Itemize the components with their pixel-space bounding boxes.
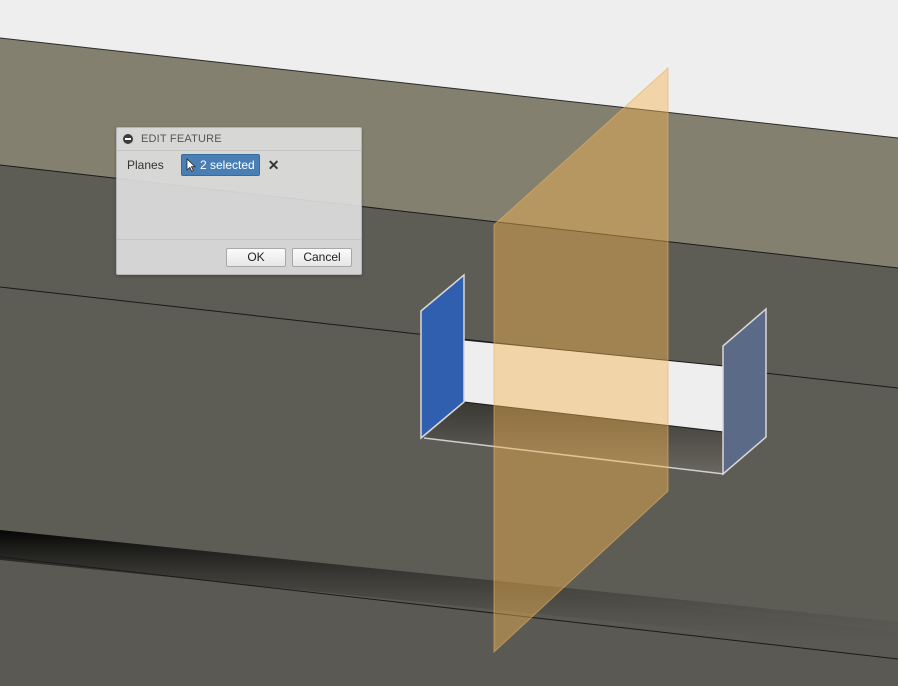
- dialog-header[interactable]: EDIT FEATURE: [117, 128, 361, 151]
- planes-selection-button[interactable]: 2 selected: [181, 154, 260, 176]
- selection-count-label: 2 selected: [200, 158, 255, 172]
- edit-feature-dialog: EDIT FEATURE Planes 2 selected ✕ OK Canc…: [116, 127, 362, 275]
- arrow-cursor-icon: [186, 158, 196, 172]
- planes-row: Planes 2 selected ✕: [127, 153, 279, 177]
- collapse-circle-icon[interactable]: [123, 134, 133, 144]
- ok-button[interactable]: OK: [226, 248, 286, 267]
- dialog-footer: OK Cancel: [117, 239, 361, 274]
- cancel-button[interactable]: Cancel: [292, 248, 352, 267]
- close-icon[interactable]: ✕: [268, 158, 280, 172]
- 3d-viewport[interactable]: [0, 0, 898, 686]
- planes-label: Planes: [127, 158, 164, 172]
- dialog-title: EDIT FEATURE: [141, 133, 222, 145]
